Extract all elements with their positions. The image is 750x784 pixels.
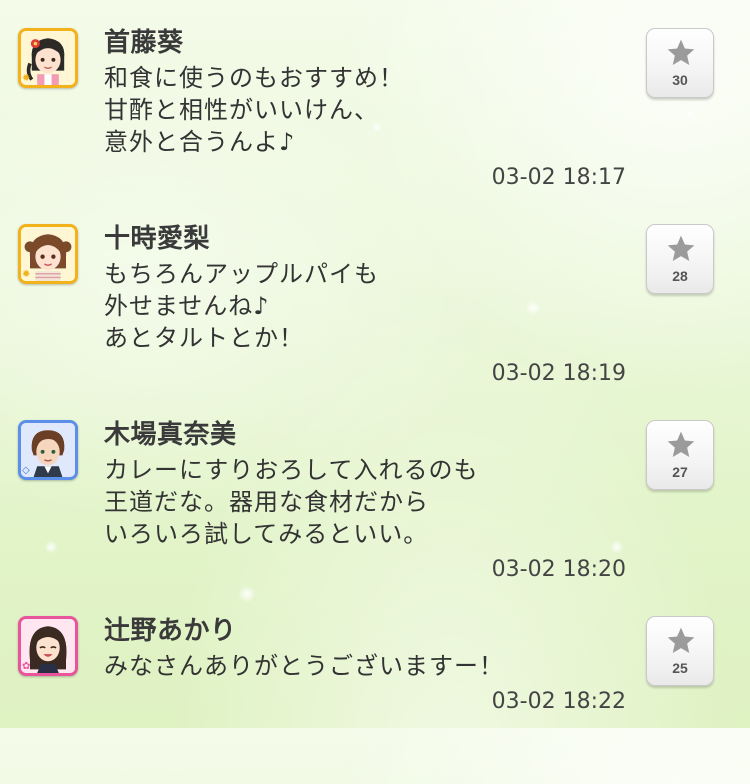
comment-item: ✹ 十時愛梨 もちろんアップルパイも 外せませんね♪ あとタルトとか！ 03-0… [0, 196, 750, 392]
star-icon [667, 235, 695, 261]
like-count: 28 [672, 268, 688, 284]
like-button[interactable]: 30 [646, 28, 714, 98]
like-button[interactable]: 27 [646, 420, 714, 490]
message-text: もちろんアップルパイも 外せませんね♪ あとタルトとか！ [104, 260, 379, 352]
timestamp: 03-02 18:20 [491, 557, 626, 582]
author-name: 木場真奈美 [104, 420, 237, 450]
flower-icon: ✿ [22, 661, 31, 672]
star-icon [667, 431, 695, 457]
like-count: 27 [672, 464, 688, 480]
message-text: みなさんありがとうございますー！ [104, 652, 504, 680]
like-button[interactable]: 28 [646, 224, 714, 294]
comment-item: ✿ 辻野あかり みなさんありがとうございますー！ 03-02 18:22 25 [0, 588, 750, 784]
comment-item: ◇ 木場真奈美 カレーにすりおろして入れるのも 王道だな。器用な食材だから いろ… [0, 392, 750, 588]
author-name: 首藤葵 [104, 28, 184, 58]
avatar[interactable]: ✿ [18, 616, 78, 676]
comment-feed: ✹ 首藤葵 和食に使うのもおすすめ！ 甘酢と相性がいいけん、 意外と合うんよ♪ … [0, 0, 750, 728]
avatar[interactable]: ✹ [18, 28, 78, 88]
diamond-icon: ◇ [22, 465, 30, 476]
message-text: カレーにすりおろして入れるのも 王道だな。器用な食材だから いろいろ試してみると… [104, 456, 479, 548]
author-name: 十時愛梨 [104, 224, 211, 254]
timestamp: 03-02 18:19 [491, 361, 626, 386]
timestamp: 03-02 18:22 [491, 689, 626, 714]
like-count: 30 [672, 72, 688, 88]
author-name: 辻野あかり [104, 616, 237, 646]
star-icon [667, 39, 695, 65]
star-icon [667, 627, 695, 653]
comment-item: ✹ 首藤葵 和食に使うのもおすすめ！ 甘酢と相性がいいけん、 意外と合うんよ♪ … [0, 0, 750, 196]
avatar[interactable]: ◇ [18, 420, 78, 480]
like-button[interactable]: 25 [646, 616, 714, 686]
message-text: 和食に使うのもおすすめ！ 甘酢と相性がいいけん、 意外と合うんよ♪ [104, 64, 404, 156]
timestamp: 03-02 18:17 [491, 165, 626, 190]
avatar[interactable]: ✹ [18, 224, 78, 284]
sun-icon: ✹ [22, 269, 31, 280]
like-count: 25 [672, 660, 688, 676]
sun-icon: ✹ [22, 73, 31, 84]
